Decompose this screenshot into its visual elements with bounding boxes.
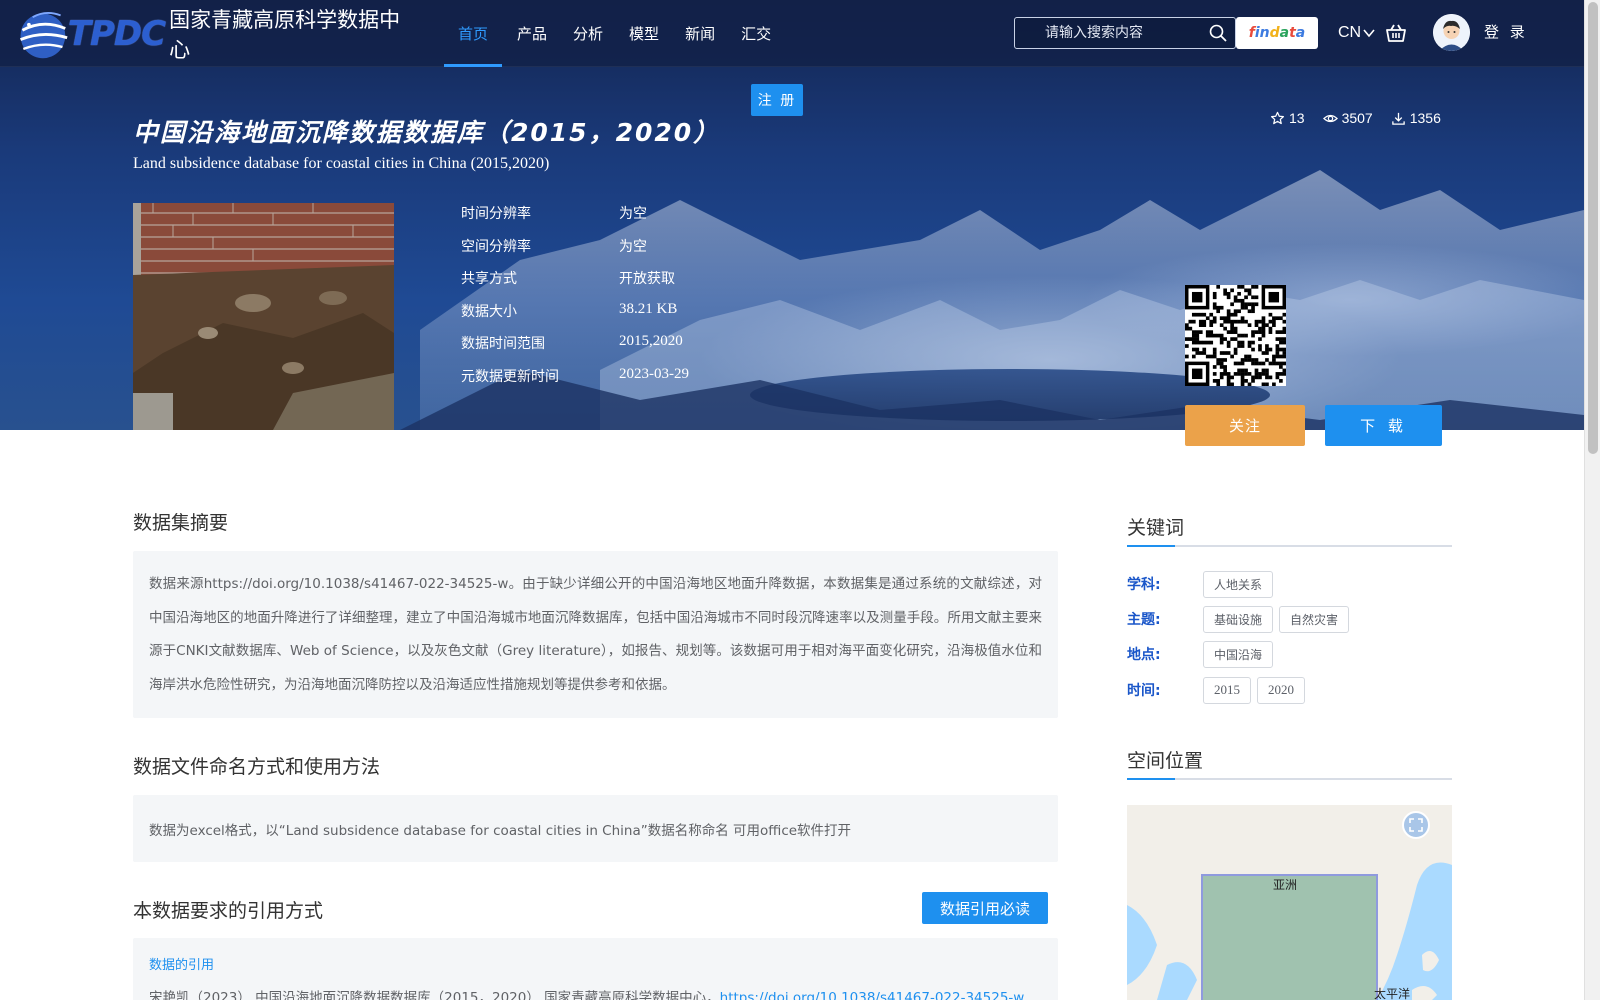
- stat-views: 3507: [1322, 107, 1373, 129]
- meta-label: 空间分辨率: [461, 238, 531, 255]
- soil-photo-image: [133, 203, 394, 430]
- top-navbar: TPDC 国家青藏高原科学数据中心 首页 产品 分析 模型 新闻 汇交 find…: [0, 0, 1584, 67]
- citation-link[interactable]: https://doi.org/10.1038/s41467-022-34525…: [720, 990, 1025, 1000]
- qr-code: [1185, 285, 1287, 387]
- keyword-row-discipline: 学科: 人地关系: [1127, 570, 1279, 598]
- naming-text: 数据为excel格式，以“Land subsidence database fo…: [149, 822, 852, 839]
- globe-logo-icon: [19, 12, 68, 59]
- keyword-tag[interactable]: 中国沿海: [1203, 640, 1274, 668]
- nav-item-news[interactable]: 新闻: [672, 0, 728, 67]
- keyword-label: 地点:: [1127, 647, 1161, 663]
- meta-value: 2015,2020: [619, 333, 683, 349]
- abstract-text: 数据来源https://doi.org/10.1038/s41467-022-3…: [149, 576, 1042, 693]
- citation-label: 数据的引用: [149, 958, 215, 973]
- map-fullscreen-button[interactable]: [1402, 811, 1430, 839]
- meta-label: 时间分辨率: [461, 206, 531, 222]
- keyword-row-time: 时间: 2015 2020: [1127, 676, 1311, 704]
- keyword-tag[interactable]: 基础设施: [1203, 605, 1274, 633]
- meta-value: 为空: [619, 206, 647, 222]
- abstract-heading: 数据集摘要: [133, 512, 229, 534]
- citation-heading: 本数据要求的引用方式: [133, 900, 324, 922]
- follow-button[interactable]: 关注: [1185, 405, 1305, 446]
- meta-value: 38.21 KB: [619, 300, 678, 317]
- findata-link[interactable]: findata: [1236, 17, 1318, 49]
- language-selector[interactable]: CN: [1338, 22, 1375, 44]
- meta-label: 数据时间范围: [461, 336, 545, 352]
- location-divider: [1127, 778, 1452, 780]
- keyword-label: 主题:: [1127, 612, 1161, 628]
- nav-item-home[interactable]: 首页: [444, 0, 503, 67]
- citation-text-line: 宋艳凯（2023）.中国沿海地面沉降数据数据库（2015，2020）.国家青藏高…: [149, 986, 1042, 1000]
- abstract-box: 数据来源https://doi.org/10.1038/s41467-022-3…: [133, 551, 1058, 718]
- fullscreen-icon: [1409, 818, 1423, 832]
- meta-value: 为空: [619, 238, 647, 255]
- chevron-down-icon: [1363, 29, 1375, 38]
- naming-heading: 数据文件命名方式和使用方法: [133, 756, 381, 778]
- eye-icon: [1322, 114, 1338, 122]
- meta-label: 数据大小: [461, 303, 517, 320]
- nav-item-submit[interactable]: 汇交: [728, 0, 784, 67]
- basket-icon[interactable]: [1385, 22, 1407, 44]
- keyword-row-theme: 主题: 基础设施 自然灾害: [1127, 605, 1355, 633]
- search-input[interactable]: [1015, 18, 1205, 48]
- keyword-label: 时间:: [1127, 683, 1161, 699]
- keyword-row-place: 地点: 中国沿海: [1127, 640, 1279, 668]
- map-label-pacific: 太平洋: [1374, 987, 1411, 1000]
- language-label: CN: [1338, 24, 1362, 41]
- stat-stars[interactable]: 13: [1270, 107, 1305, 129]
- keywords-divider: [1127, 545, 1452, 547]
- site-logo[interactable]: TPDC 国家青藏高原科学数据中心: [14, 4, 404, 64]
- map-canvas: [1127, 805, 1452, 1000]
- keyword-tag[interactable]: 自然灾害: [1279, 605, 1350, 633]
- register-button[interactable]: 注 册: [751, 84, 803, 116]
- meta-label: 共享方式: [461, 271, 517, 287]
- citation-guide-button[interactable]: 数据引用必读: [922, 892, 1048, 924]
- location-map[interactable]: 亚洲 太平洋: [1127, 805, 1452, 1000]
- dataset-thumbnail: [133, 203, 394, 430]
- stat-stars-count: 13: [1289, 110, 1305, 126]
- logo-abbreviation: TPDC: [67, 14, 166, 54]
- main-nav: 首页 产品 分析 模型 新闻 汇交: [444, 0, 784, 67]
- scrollbar-thumb[interactable]: [1588, 2, 1598, 454]
- user-avatar-icon: [1433, 14, 1470, 51]
- download-button[interactable]: 下 载: [1325, 405, 1442, 446]
- qr-code-icon: [1185, 285, 1287, 387]
- nav-item-products[interactable]: 产品: [504, 0, 560, 67]
- meta-value: 2023-03-29: [619, 365, 689, 382]
- stat-downloads-count: 1356: [1409, 110, 1441, 126]
- map-label-asia: 亚洲: [1273, 878, 1298, 892]
- dataset-title-en: Land subsidence database for coastal cit…: [133, 155, 550, 172]
- meta-value: 开放获取: [619, 271, 675, 287]
- page: TPDC 国家青藏高原科学数据中心 首页 产品 分析 模型 新闻 汇交 find…: [0, 0, 1600, 1000]
- stat-views-count: 3507: [1341, 110, 1373, 126]
- avatar[interactable]: [1433, 14, 1470, 51]
- search-icon[interactable]: [1209, 24, 1227, 42]
- keywords-heading: 关键词: [1127, 517, 1185, 539]
- naming-box: 数据为excel格式，以“Land subsidence database fo…: [133, 795, 1058, 862]
- meta-label: 元数据更新时间: [461, 368, 559, 385]
- citation-box: 数据的引用 宋艳凯（2023）.中国沿海地面沉降数据数据库（2015，2020）…: [133, 938, 1058, 1000]
- nav-item-models[interactable]: 模型: [616, 0, 672, 67]
- location-heading: 空间位置: [1127, 750, 1204, 772]
- star-icon: [1270, 111, 1285, 124]
- citation-text: 宋艳凯（2023）.中国沿海地面沉降数据数据库（2015，2020）.国家青藏高…: [149, 990, 720, 1000]
- download-icon: [1391, 112, 1405, 125]
- logo-site-name: 国家青藏高原科学数据中心: [169, 8, 401, 62]
- nav-item-analysis[interactable]: 分析: [560, 0, 616, 67]
- page-scrollbar[interactable]: [1584, 0, 1600, 1000]
- login-link[interactable]: 登 录: [1484, 21, 1528, 45]
- dataset-stats: 13 3507 1356: [1270, 107, 1441, 129]
- keyword-tag[interactable]: 2020: [1257, 676, 1305, 704]
- keyword-tag[interactable]: 人地关系: [1203, 570, 1274, 598]
- search-box: [1014, 17, 1236, 49]
- dataset-title-cn: 中国沿海地面沉降数据数据库（2015，2020）: [133, 118, 721, 147]
- keyword-tag[interactable]: 2015: [1203, 676, 1251, 704]
- keyword-label: 学科:: [1127, 577, 1161, 593]
- stat-downloads: 1356: [1391, 107, 1441, 129]
